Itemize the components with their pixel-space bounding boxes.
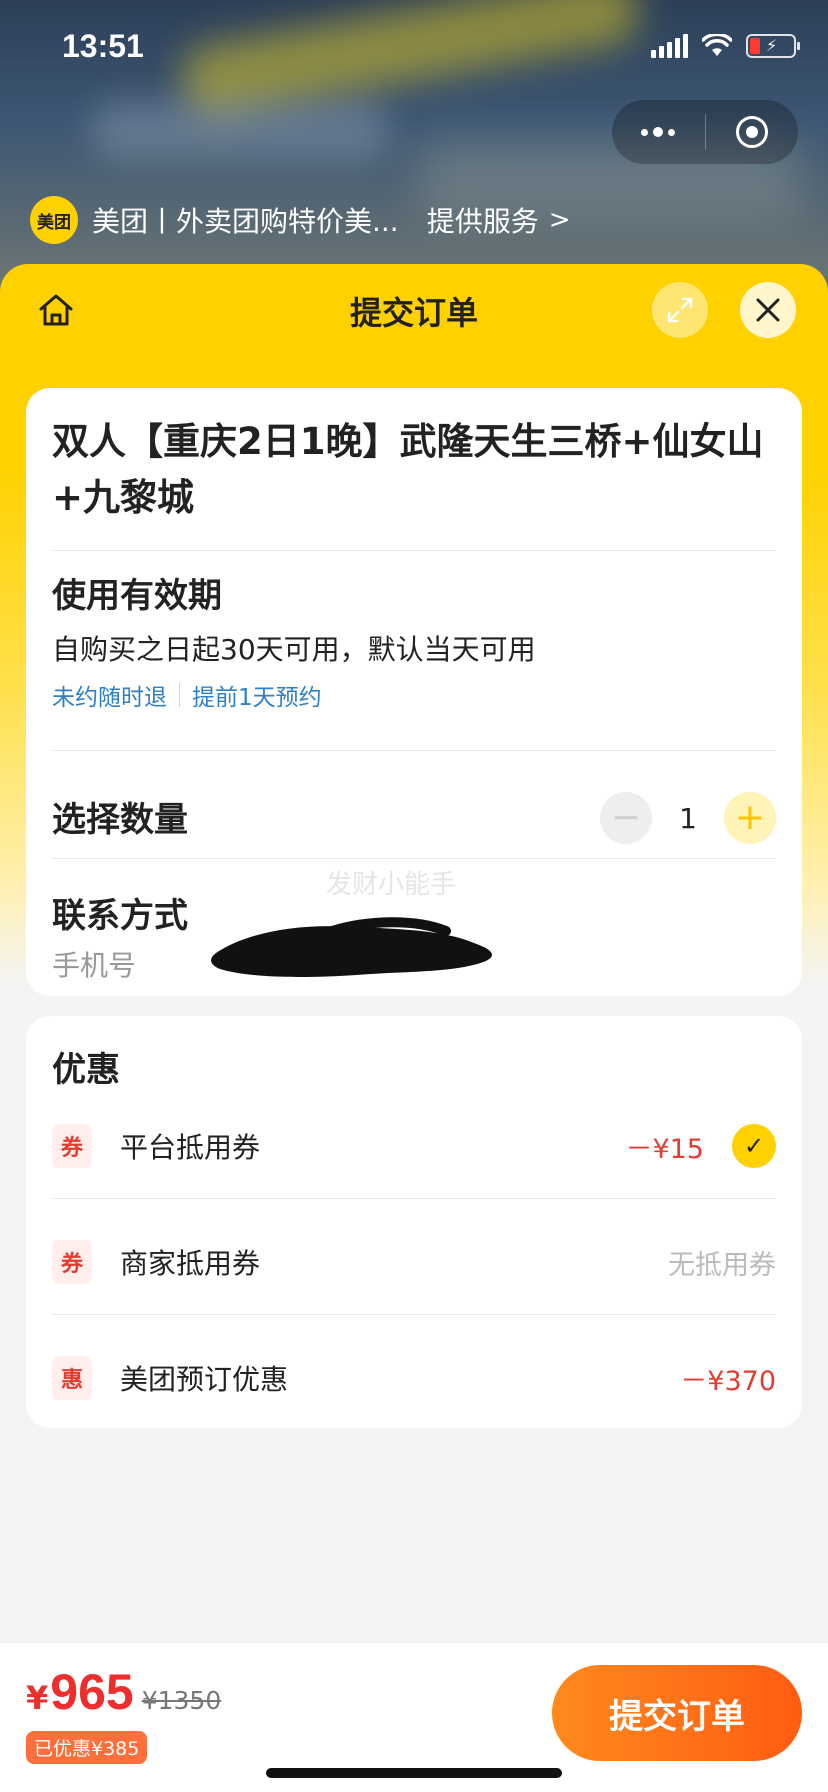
discount-name: 平台抵用券 [120, 1131, 261, 1164]
checkmark-icon[interactable]: ✓ [732, 1124, 776, 1168]
price-original: ¥1350 [141, 1686, 222, 1715]
service-label: 提供服务 [426, 205, 539, 238]
meituan-logo: 美团 [30, 196, 78, 244]
chevron-right-icon: > [548, 205, 571, 235]
home-indicator [266, 1768, 562, 1778]
currency-symbol: ¥ [26, 1679, 49, 1717]
battery-icon: ⚡ [746, 34, 800, 58]
status-time: 13:51 [62, 28, 144, 64]
expand-button[interactable] [652, 282, 708, 338]
validity-title: 使用有效期 [52, 576, 222, 616]
discount-name: 商家抵用券 [120, 1247, 261, 1280]
product-title: 双人【重庆2日1晚】武隆天生三桥+仙女山+九黎城 [52, 420, 764, 519]
discount-value: －¥15 [625, 1133, 704, 1165]
sheet-header: 提交订单 [0, 264, 828, 354]
order-info-card: 双人【重庆2日1晚】武隆天生三桥+仙女山+九黎城 使用有效期 自购买之日起30天… [26, 388, 802, 996]
miniapp-info-bar[interactable]: 美团 美团丨外卖团购特价美... 提供服务 > [30, 196, 571, 244]
discount-row-platform[interactable]: 券 平台抵用券 －¥15 ✓ [52, 1116, 776, 1176]
target-icon [735, 116, 768, 148]
tag-reserve[interactable]: 提前1天预约 [192, 678, 322, 712]
discount-value: －¥370 [680, 1365, 776, 1397]
tag-refund[interactable]: 未约随时退 [52, 678, 167, 712]
validity-desc: 自购买之日起30天可用，默认当天可用 [52, 633, 536, 666]
discount-value: 无抵用券 [668, 1249, 776, 1281]
price-current: ¥ 965 ¥1350 [26, 1663, 221, 1721]
submit-order-button[interactable]: 提交订单 [552, 1665, 802, 1761]
quantity-minus-button[interactable]: − [600, 792, 652, 844]
expand-icon [667, 297, 693, 323]
wifi-icon [702, 34, 732, 56]
more-button[interactable] [612, 100, 705, 164]
exit-miniapp-button[interactable] [706, 100, 799, 164]
quantity-label: 选择数量 [52, 800, 188, 840]
status-icons: ⚡ [651, 34, 800, 58]
discount-row-booking: 惠 美团预订优惠 －¥370 [52, 1348, 776, 1408]
contact-title: 联系方式 [52, 896, 188, 936]
status-bar: 13:51 ⚡ [0, 0, 828, 100]
close-button[interactable] [740, 282, 796, 338]
discount-title: 优惠 [52, 1050, 120, 1090]
coupon-badge: 券 [52, 1124, 92, 1168]
watermark: 发财小能手 [326, 870, 457, 900]
promo-badge: 惠 [52, 1356, 92, 1400]
discount-card: 优惠 券 平台抵用券 －¥15 ✓ 券 商家抵用券 无抵用券 惠 美团预订优惠 … [26, 1016, 802, 1428]
miniapp-name: 美团丨外卖团购特价美... [92, 205, 399, 238]
coupon-badge: 券 [52, 1240, 92, 1284]
signal-icon [651, 34, 688, 58]
discount-name: 美团预订优惠 [120, 1363, 289, 1396]
discount-row-merchant[interactable]: 券 商家抵用券 无抵用券 [52, 1232, 776, 1292]
price-value: 965 [50, 1664, 134, 1720]
order-sheet: 提交订单 双人【重庆2日1晚】武隆天生三桥+仙女山+九黎城 使用有效期 自购买之… [0, 264, 828, 1792]
redacted-phone-input[interactable] [206, 913, 506, 983]
quantity-value: 1 [679, 801, 697, 835]
more-dots-icon [641, 127, 676, 137]
phone-label: 手机号 [52, 949, 137, 982]
close-icon [756, 298, 780, 322]
quantity-plus-button[interactable]: + [724, 792, 776, 844]
validity-tags: 未约随时退 提前1天预约 [52, 678, 322, 712]
quantity-stepper: − 1 + [600, 792, 776, 844]
saved-badge: 已优惠¥385 [26, 1731, 148, 1764]
miniapp-capsule [612, 100, 798, 164]
